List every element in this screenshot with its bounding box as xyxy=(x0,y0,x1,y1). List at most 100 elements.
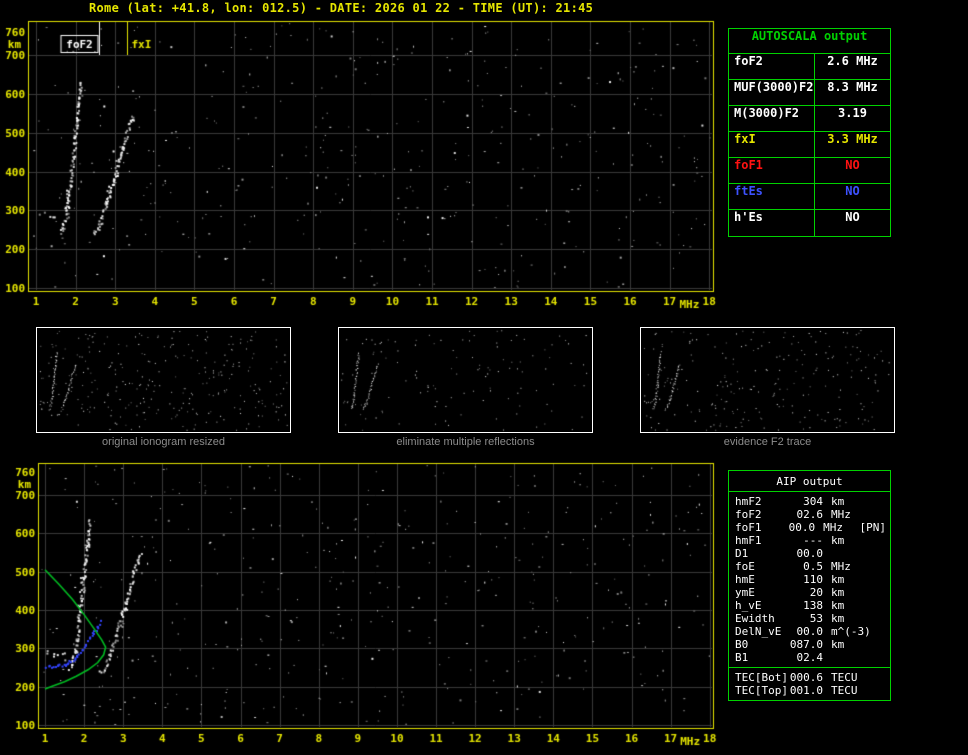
aip-param-label: hmF1 xyxy=(735,534,762,547)
aip-row-ymE: ymE 20 km xyxy=(735,586,886,599)
aip-param-unit: m^(-3) xyxy=(831,625,871,638)
autoscala-param-value: 3.3 MHz xyxy=(827,132,878,146)
aip-output-table: AIP output hmF2 304 km foF2 02.6 MHz foF1 00.0 M… xyxy=(728,470,891,701)
aip-param-label: D1 xyxy=(735,547,749,560)
aip-param-value: 0.5 xyxy=(803,560,823,573)
aip-row-foF2: foF2 02.6 MHz xyxy=(735,508,886,521)
aip-row-Ewidth: Ewidth 53 km xyxy=(735,612,886,625)
aip-row-foF1: foF1 00.0 MHz [PN] xyxy=(735,521,886,534)
aip-param-value: 110 xyxy=(803,573,823,586)
aip-row-B1: B1 02.4 xyxy=(735,651,886,664)
autoscala-param-value: 3.19 xyxy=(838,106,867,120)
autoscala-param-value: 2.6 MHz xyxy=(827,54,878,68)
aip-param-unit: km xyxy=(831,534,845,547)
autoscala-param-value: NO xyxy=(845,158,860,172)
aip-param-label: TEC[Top] xyxy=(735,684,787,697)
aip-param-flag xyxy=(871,684,886,697)
aip-param-label: Ewidth xyxy=(735,612,775,625)
aip-param-value: --- xyxy=(803,534,823,547)
aip-param-unit: MHz xyxy=(831,560,851,573)
aip-param-value: 02.4 xyxy=(796,651,824,664)
autoscala-param-value: NO xyxy=(845,184,860,198)
aip-param-label: B0 xyxy=(735,638,749,651)
aip-param-flag xyxy=(871,612,886,625)
aip-param-unit: TECU xyxy=(831,671,858,684)
aip-tec-separator xyxy=(729,667,890,668)
aip-param-label: TEC[Bot] xyxy=(735,671,787,684)
aip-param-value: 138 xyxy=(803,599,823,612)
aip-row-D1: D1 00.0 xyxy=(735,547,886,560)
autoscala-row-foF2: foF2 2.6 MHz xyxy=(729,54,890,80)
aip-param-label: hmE xyxy=(735,573,755,586)
autoscala-param-label: MUF(3000)F2 xyxy=(729,80,815,105)
aip-param-value: 53 xyxy=(809,612,823,625)
aip-param-flag: [PN] xyxy=(859,521,887,534)
aip-param-label: B1 xyxy=(735,651,749,664)
autoscala-param-label: h'Es xyxy=(729,210,815,236)
aip-param-unit xyxy=(823,651,871,664)
autoscala-param-value: 8.3 MHz xyxy=(827,80,878,94)
thumbnail-2: eliminate multiple reflections xyxy=(338,327,593,448)
autoscala-row-foF1: foF1 NO xyxy=(729,158,890,184)
aip-param-value: 000.6 xyxy=(789,671,823,684)
aip-param-flag xyxy=(871,651,886,664)
autoscala-output-table: AUTOSCALA output foF2 2.6 MHz MUF(3000)F2 8… xyxy=(728,28,891,237)
aip-param-label: h_vE xyxy=(735,599,762,612)
aip-param-unit: km xyxy=(831,638,845,651)
aip-param-flag xyxy=(871,599,886,612)
thumbnail-caption: evidence F2 trace xyxy=(723,436,812,448)
top-ionogram-chart xyxy=(0,14,724,324)
aip-row-B0: B0 087.0 km xyxy=(735,638,886,651)
aip-param-label: DelN_vE xyxy=(735,625,782,638)
thumbnail-caption: eliminate multiple reflections xyxy=(396,436,535,448)
aip-param-flag xyxy=(871,495,886,508)
autoscala-row-ftEs: ftEs NO xyxy=(729,184,890,210)
aip-param-value: 00.0 xyxy=(796,547,824,560)
autoscala-param-label: ftEs xyxy=(729,184,815,209)
autoscala-param-label: M(3000)F2 xyxy=(729,106,815,131)
aip-row-TEC[Bot]: TEC[Bot] 000.6 TECU xyxy=(735,671,886,684)
aip-param-unit: MHz xyxy=(823,521,843,534)
autoscala-row-MUF(3000)F2: MUF(3000)F2 8.3 MHz xyxy=(729,80,890,106)
page-title: Rome (lat: +41.8, lon: 012.5) - DATE: 20… xyxy=(89,1,594,15)
aip-param-flag xyxy=(871,625,886,638)
aip-row-TEC[Top]: TEC[Top] 001.0 TECU xyxy=(735,684,886,697)
aip-param-unit: TECU xyxy=(831,684,858,697)
autoscala-param-label: fxI xyxy=(729,132,815,157)
autoscala-table-title: AUTOSCALA output xyxy=(729,29,890,54)
aip-param-unit xyxy=(823,547,871,560)
aip-param-flag xyxy=(871,534,886,547)
thumbnail-caption: original ionogram resized xyxy=(102,436,225,448)
aip-param-label: hmF2 xyxy=(735,495,762,508)
aip-row-foE: foE 0.5 MHz xyxy=(735,560,886,573)
aip-param-value: 00.0 xyxy=(788,521,816,534)
aip-param-flag xyxy=(871,547,886,560)
aip-param-value: 304 xyxy=(803,495,823,508)
aip-param-flag xyxy=(871,573,886,586)
aip-param-flag xyxy=(871,560,886,573)
aip-table-rows: hmF2 304 km foF2 02.6 MHz foF1 00.0 MHz [PN] hmF1-… xyxy=(729,492,890,700)
aip-param-unit: MHz xyxy=(831,508,851,521)
aip-param-value: 087.0 xyxy=(789,638,823,651)
autoscala-row-M(3000)F2: M(3000)F2 3.19 xyxy=(729,106,890,132)
aip-row-hmF1: hmF1 --- km xyxy=(735,534,886,547)
aip-param-value: 00.0 xyxy=(796,625,824,638)
aip-param-label: foF1 xyxy=(735,521,762,534)
autoscala-row-fxI: fxI 3.3 MHz xyxy=(729,132,890,158)
thumbnail-canvas-1 xyxy=(36,327,291,433)
aip-row-h_vE: h_vE 138 km xyxy=(735,599,886,612)
autoscala-param-label: foF2 xyxy=(729,54,815,79)
aip-param-label: ymE xyxy=(735,586,755,599)
bottom-ionogram-chart xyxy=(0,456,724,755)
aip-param-flag xyxy=(871,638,886,651)
aip-param-flag xyxy=(871,586,886,599)
aip-param-unit: km xyxy=(831,586,845,599)
aip-param-value: 02.6 xyxy=(796,508,824,521)
thumbnail-3: evidence F2 trace xyxy=(640,327,895,448)
thumbnail-canvas-3 xyxy=(640,327,895,433)
aip-row-DelN_vE: DelN_vE 00.0 m^(-3) xyxy=(735,625,886,638)
aip-param-flag xyxy=(871,508,886,521)
autoscala-table-rows: foF2 2.6 MHz MUF(3000)F2 8.3 MHz M(3000)F2 3.… xyxy=(729,54,890,236)
aip-param-value: 001.0 xyxy=(789,684,823,697)
thumbnail-canvas-2 xyxy=(338,327,593,433)
